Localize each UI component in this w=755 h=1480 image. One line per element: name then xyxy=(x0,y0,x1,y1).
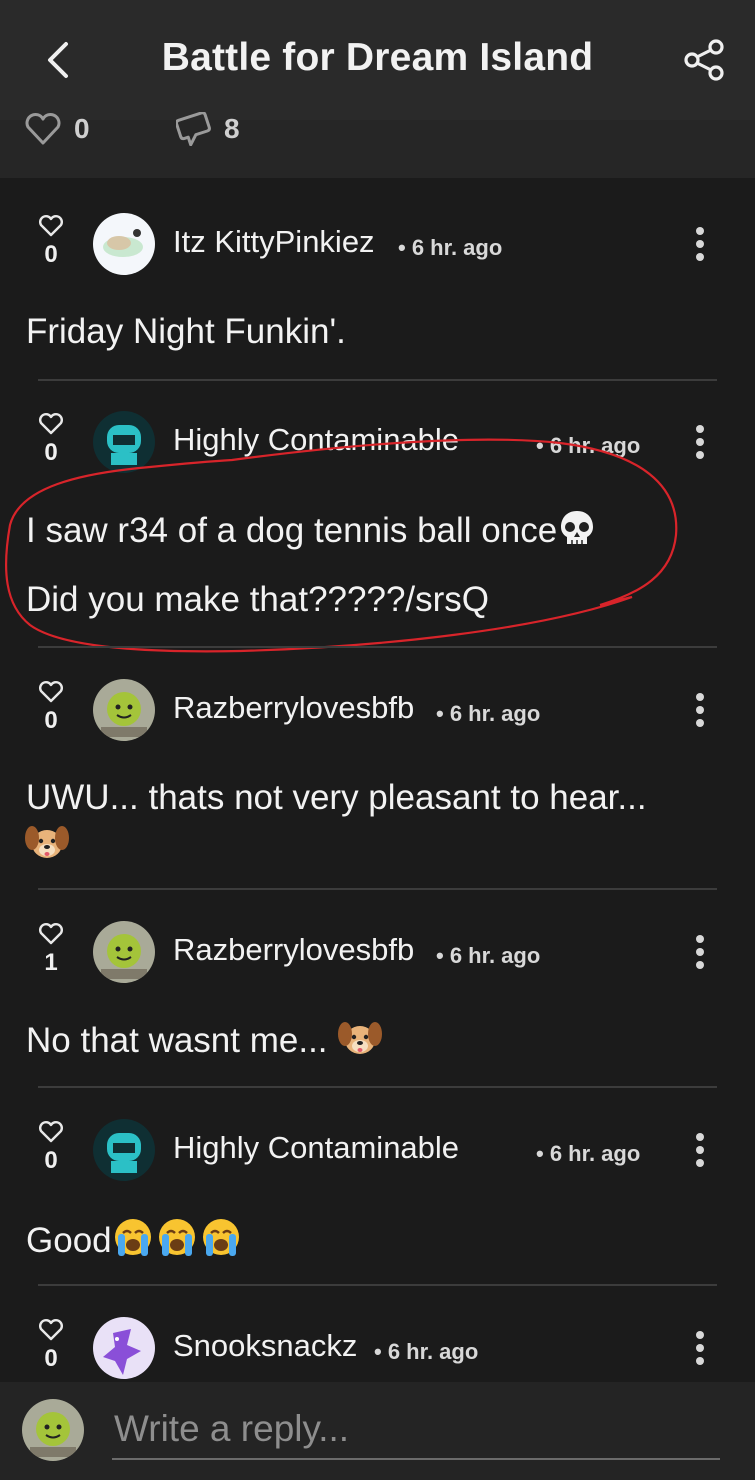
comment-timestamp: • 6 hr. ago xyxy=(436,943,541,968)
top-bar: Battle for Dream Island xyxy=(0,0,755,120)
divider xyxy=(38,1284,717,1286)
heart-outline-icon xyxy=(38,922,64,945)
avatar[interactable] xyxy=(93,213,155,275)
comment-like-button[interactable]: 1 xyxy=(36,922,66,975)
comment-text: UWU... thats not very pleasant to hear..… xyxy=(26,778,647,817)
heart-outline-icon xyxy=(38,214,64,237)
comment-bubble-icon xyxy=(176,112,211,146)
divider xyxy=(38,379,717,381)
comment-timestamp: • 6 hr. ago xyxy=(398,235,503,260)
comment-like-count: 0 xyxy=(44,1147,58,1174)
comment-timestamp: • 6 hr. ago xyxy=(436,701,541,726)
avatar[interactable] xyxy=(93,679,155,741)
more-options-icon[interactable] xyxy=(690,1130,710,1170)
heart-outline-icon xyxy=(38,1120,64,1143)
more-options-icon[interactable] xyxy=(690,422,710,462)
comment-username[interactable]: Snooksnackz xyxy=(173,1328,357,1364)
comment-username[interactable]: Razberrylovesbfb xyxy=(173,932,414,968)
share-icon[interactable] xyxy=(682,38,726,82)
avatar[interactable] xyxy=(93,921,155,983)
comment-text: Good xyxy=(26,1216,244,1263)
divider xyxy=(38,1086,717,1088)
comment-like-button[interactable]: 0 xyxy=(36,1120,66,1173)
divider xyxy=(38,646,717,648)
more-options-icon[interactable] xyxy=(690,224,710,264)
more-options-icon[interactable] xyxy=(690,932,710,972)
stats-bar xyxy=(0,120,755,178)
current-user-avatar[interactable] xyxy=(22,1399,84,1461)
comment-username[interactable]: Highly Contaminable xyxy=(173,1130,459,1166)
dog-face-emoji-icon xyxy=(338,1022,383,1054)
avatar[interactable] xyxy=(93,1119,155,1181)
comment-like-count: 0 xyxy=(44,1345,58,1372)
comment-username[interactable]: Razberrylovesbfb xyxy=(173,690,414,726)
more-options-icon[interactable] xyxy=(690,1328,710,1368)
page-title: Battle for Dream Island xyxy=(161,36,594,79)
post-reply-count: 8 xyxy=(224,113,240,144)
post-like-count: 0 xyxy=(74,113,90,144)
avatar[interactable] xyxy=(93,1317,155,1379)
more-options-icon[interactable] xyxy=(690,690,710,730)
reply-input[interactable] xyxy=(112,1400,720,1460)
comment-text: No that wasnt me... xyxy=(26,1018,383,1063)
comment-text: Friday Night Funkin'. xyxy=(26,312,346,351)
comment-like-button[interactable]: 0 xyxy=(36,680,66,733)
comment-like-count: 0 xyxy=(44,707,58,734)
heart-outline-icon xyxy=(38,680,64,703)
divider xyxy=(38,888,717,890)
comment-like-count: 1 xyxy=(44,949,58,976)
comment-username[interactable]: Itz KittyPinkiez xyxy=(173,224,375,260)
comment-like-count: 0 xyxy=(44,241,58,268)
comment-timestamp: • 6 hr. ago xyxy=(374,1339,479,1364)
comment-like-button[interactable]: 0 xyxy=(36,1318,66,1371)
heart-outline-icon xyxy=(38,1318,64,1341)
red-circle-annotation xyxy=(5,438,678,653)
loudly-crying-emoji-icon xyxy=(114,1219,239,1256)
comment-like-button[interactable]: 0 xyxy=(36,214,66,267)
dog-face-emoji-icon xyxy=(25,826,69,858)
heart-outline-icon xyxy=(25,113,61,145)
post-like-stat[interactable]: 0 xyxy=(24,112,90,146)
post-reply-stat[interactable]: 8 xyxy=(176,112,240,146)
comment-timestamp: • 6 hr. ago xyxy=(536,1141,641,1166)
